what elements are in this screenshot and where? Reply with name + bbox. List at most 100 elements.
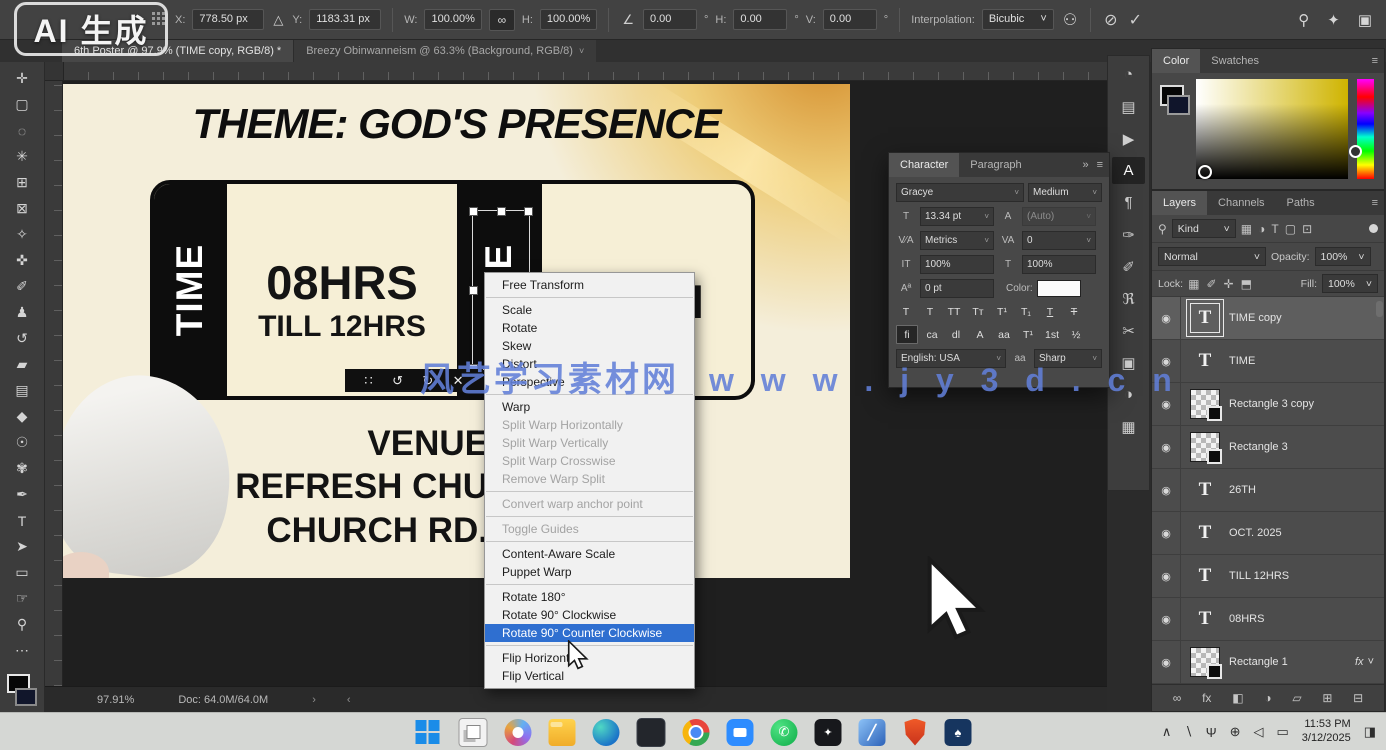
discretionary-ligatures-button[interactable]: dl xyxy=(946,326,966,343)
relative-position-toggle[interactable]: △ xyxy=(271,12,285,28)
volume-icon[interactable]: ◁ xyxy=(1253,724,1263,740)
underline-button[interactable]: T xyxy=(1040,303,1060,320)
maintain-aspect-ratio-toggle[interactable]: ∞ xyxy=(489,9,515,31)
hue-slider-marker[interactable] xyxy=(1349,145,1362,158)
notification-icon[interactable]: ◨ xyxy=(1364,724,1376,740)
lock-transparency-icon[interactable]: ▦ xyxy=(1188,277,1199,291)
leading-select[interactable]: (Auto)˅ xyxy=(1022,207,1096,226)
ligatures-button[interactable]: fi xyxy=(896,325,918,344)
workspace-icon[interactable]: ▣ xyxy=(1358,11,1372,29)
layer-row[interactable]: ◉Rectangle 3 copy xyxy=(1152,383,1384,426)
whatsapp-app[interactable]: ✆ xyxy=(771,719,798,746)
h-skew-field[interactable]: 0.00 xyxy=(733,9,787,30)
transform-handle[interactable] xyxy=(524,207,533,216)
width-value-field[interactable]: 100.00% xyxy=(424,9,481,30)
copilot-app[interactable] xyxy=(505,719,532,746)
pixel-filter-icon[interactable]: ▦ xyxy=(1241,222,1252,236)
menu-item-flip-vertical[interactable]: Flip Vertical xyxy=(485,667,694,685)
scrollbar-thumb[interactable] xyxy=(1376,301,1383,317)
zoom-app[interactable] xyxy=(727,719,754,746)
comment-icon[interactable]: ⚇ xyxy=(1061,10,1079,30)
layer-row[interactable]: ◉Rectangle 1fx˅ xyxy=(1152,641,1384,684)
eraser-tool[interactable]: ▰ xyxy=(7,352,37,377)
contextual-alternates-button[interactable]: ca xyxy=(922,326,942,343)
lock-pixels-icon[interactable]: ✐ xyxy=(1206,277,1216,291)
hand-tool[interactable]: ☞ xyxy=(7,586,37,611)
height-value-field[interactable]: 100.00% xyxy=(540,9,597,30)
x-value-field[interactable]: 778.50 px xyxy=(192,9,264,30)
tab-paths[interactable]: Paths xyxy=(1276,191,1326,215)
foreground-background-swatches[interactable] xyxy=(6,674,38,706)
layer-row[interactable]: ◉TTILL 12HRS xyxy=(1152,555,1384,598)
layer-effects-badge[interactable]: fx˅ xyxy=(1355,656,1374,668)
rotation-value-field[interactable]: 0.00 xyxy=(643,9,697,30)
tab-character[interactable]: Character xyxy=(889,153,959,177)
type-filter-icon[interactable]: T xyxy=(1271,222,1278,236)
ordinals-button[interactable]: 1st xyxy=(1042,326,1062,343)
fill-select[interactable]: 100%˅ xyxy=(1322,274,1378,293)
smudge-tool[interactable]: ✾ xyxy=(7,456,37,481)
tab-color[interactable]: Color xyxy=(1152,49,1200,73)
visibility-toggle[interactable]: ◉ xyxy=(1152,426,1181,468)
quick-selection-tool[interactable]: ✳ xyxy=(7,144,37,169)
clone-stamp-tool[interactable]: ♟ xyxy=(7,300,37,325)
adjustment-filter-icon[interactable]: ◑ xyxy=(1258,222,1265,236)
tools-panel-icon[interactable]: ✂ xyxy=(1112,317,1145,344)
status-nav-arrows[interactable]: › ‹ xyxy=(312,694,364,706)
commit-transform-button[interactable]: ✓ xyxy=(1127,10,1144,30)
y-value-field[interactable]: 1183.31 px xyxy=(309,9,381,30)
filter-toggle[interactable] xyxy=(1369,224,1378,233)
blend-mode-select[interactable]: Normal˅ xyxy=(1158,247,1266,266)
visibility-toggle[interactable]: ◉ xyxy=(1152,512,1181,554)
marquee-tool[interactable]: ▢ xyxy=(7,92,37,117)
clipboard-panel-icon[interactable]: ▦ xyxy=(1112,413,1145,440)
strikethrough-button[interactable]: T xyxy=(1064,303,1084,320)
text-color-swatch[interactable] xyxy=(1037,280,1081,297)
lock-all-icon[interactable]: ⬒ xyxy=(1241,277,1252,291)
menu-item-convert-warp-anchor-point[interactable]: Convert warp anchor point xyxy=(485,495,694,513)
drag-handle-icon[interactable]: ∷ xyxy=(364,373,372,389)
task-view-button[interactable] xyxy=(459,718,488,747)
background-color-swatch[interactable] xyxy=(15,688,37,706)
battery-icon[interactable]: ▭ xyxy=(1276,724,1288,740)
layer-group-icon[interactable]: ▱ xyxy=(1292,691,1301,705)
frame-tool[interactable]: ⊠ xyxy=(7,196,37,221)
menu-item-rotate[interactable]: Rotate xyxy=(485,319,694,337)
subscript-button[interactable]: T₁ xyxy=(1016,303,1036,320)
fractions-button[interactable]: ½ xyxy=(1066,326,1086,343)
background-color-swatch[interactable] xyxy=(1167,95,1190,115)
color-fg-bg-swatches[interactable] xyxy=(1160,85,1190,115)
visibility-toggle[interactable]: ◉ xyxy=(1152,469,1181,511)
baseline-shift-field[interactable]: 0 pt xyxy=(920,279,994,298)
font-family-select[interactable]: Gracye˅ xyxy=(896,183,1024,202)
visibility-toggle[interactable]: ◉ xyxy=(1152,598,1181,640)
transform-handle[interactable] xyxy=(469,207,478,216)
file-explorer-app[interactable] xyxy=(549,719,576,746)
cancel-transform-button[interactable]: ⊘ xyxy=(1102,10,1119,30)
history-panel-icon[interactable]: ◔ xyxy=(1112,61,1145,88)
layer-row[interactable]: ◉T08HRS xyxy=(1152,598,1384,641)
eyedropper-tool[interactable]: ✧ xyxy=(7,222,37,247)
superscript-button[interactable]: T¹ xyxy=(992,303,1012,320)
history-brush-tool[interactable]: ↺ xyxy=(7,326,37,351)
discover-icon[interactable]: ✦ xyxy=(1327,11,1340,29)
faux-bold-button[interactable]: T xyxy=(896,303,916,320)
path-selection-tool[interactable]: ➤ xyxy=(7,534,37,559)
font-style-select[interactable]: Medium˅ xyxy=(1028,183,1102,202)
edit-toolbar[interactable]: ⋯ xyxy=(7,638,37,663)
menu-item-flip-horizontal[interactable]: Flip Horizontal xyxy=(485,649,694,667)
titling-alternates-button[interactable]: T¹ xyxy=(1018,326,1038,343)
zoom-tool[interactable]: ⚲ xyxy=(7,612,37,637)
filter-type-select[interactable]: Kind˅ xyxy=(1172,219,1236,238)
brushes-panel-icon[interactable]: ✐ xyxy=(1112,253,1145,280)
adjustment-layer-icon[interactable]: ◑ xyxy=(1264,691,1271,705)
taskbar-clock[interactable]: 11:53 PM 3/12/2025 xyxy=(1302,718,1351,746)
kerning-select[interactable]: Metrics˅ xyxy=(920,231,994,250)
collapse-panel-icon[interactable]: » xyxy=(1082,159,1088,171)
document-tab-inactive[interactable]: Breezy Obinwanneism @ 63.3% (Background,… xyxy=(293,40,596,62)
tab-channels[interactable]: Channels xyxy=(1207,191,1275,215)
layer-style-icon[interactable]: fx xyxy=(1202,691,1211,705)
glyphs-panel-icon[interactable]: ℜ xyxy=(1112,285,1145,312)
font-size-select[interactable]: 13.34 pt˅ xyxy=(920,207,994,226)
character-panel-icon[interactable]: A xyxy=(1112,157,1145,184)
